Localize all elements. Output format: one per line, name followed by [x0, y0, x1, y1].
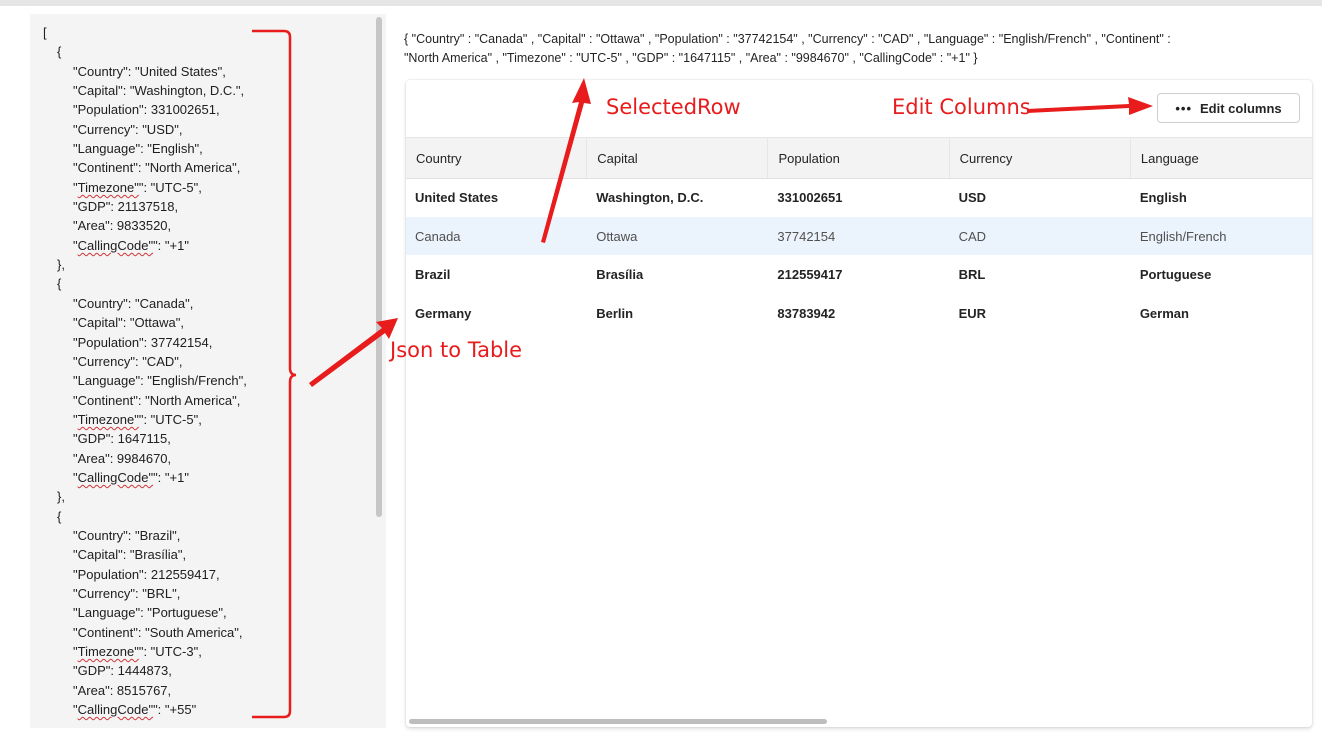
annotation-selected-row: SelectedRow	[606, 95, 741, 119]
annotation-json-to-table: Json to Table	[390, 338, 523, 362]
arrow-selected-row	[541, 78, 591, 243]
arrow-edit-columns	[1027, 97, 1153, 115]
annotation-edit-columns: Edit Columns	[892, 95, 1031, 119]
arrow-json-to-table	[309, 318, 398, 387]
annotation-bracket	[252, 29, 297, 719]
